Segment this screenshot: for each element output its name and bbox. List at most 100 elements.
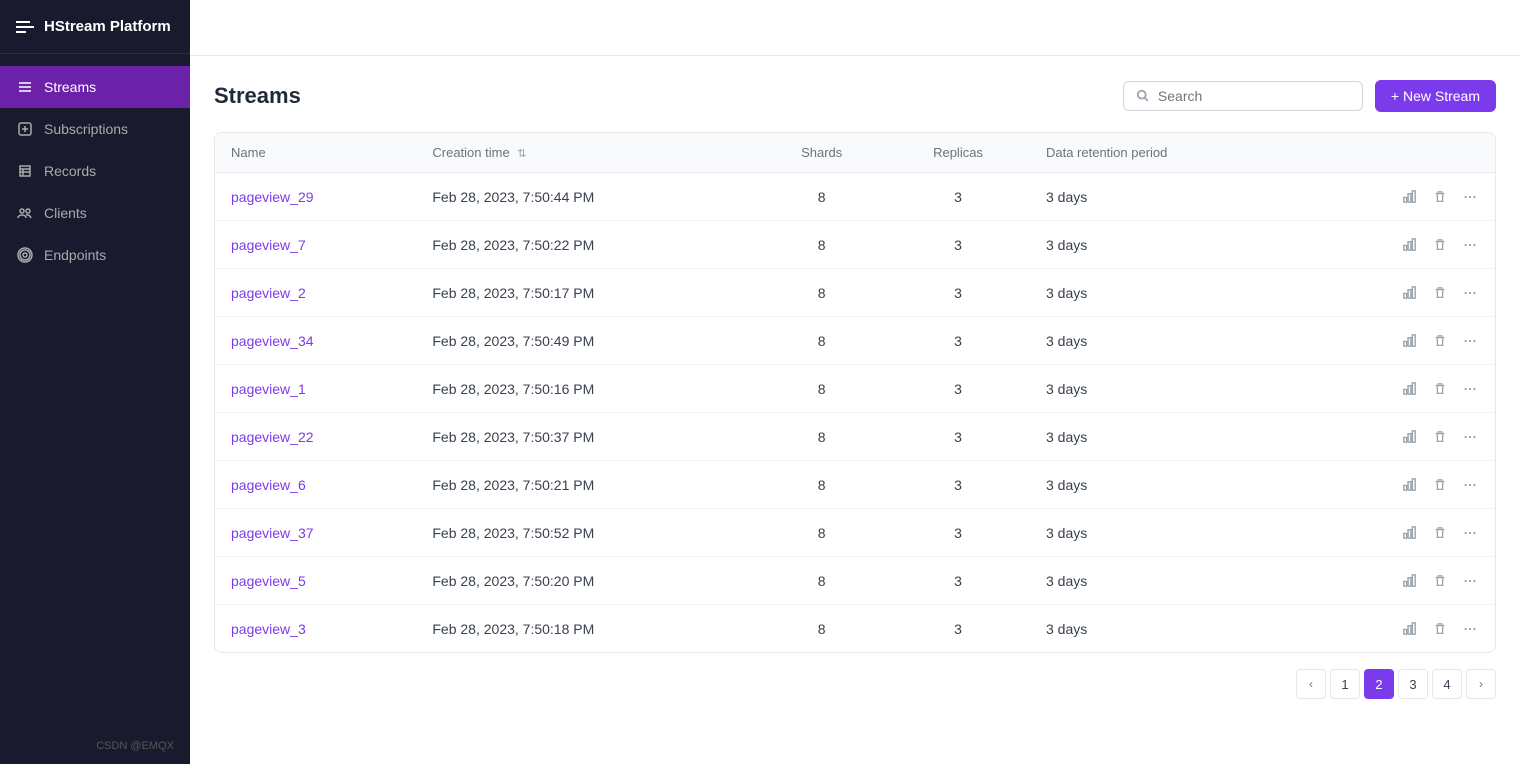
cell-creation-time: Feb 28, 2023, 7:50:52 PM [416,509,757,557]
cell-replicas: 3 [886,269,1030,317]
stream-more-button[interactable] [1461,188,1479,206]
stream-delete-button[interactable] [1431,572,1449,590]
stream-link[interactable]: pageview_5 [231,573,306,589]
new-stream-button[interactable]: + New Stream [1375,80,1496,112]
col-name: Name [215,133,416,173]
stream-delete-button[interactable] [1431,284,1449,302]
stream-delete-button[interactable] [1431,380,1449,398]
cell-name: pageview_22 [215,413,416,461]
stream-more-button[interactable] [1461,236,1479,254]
stream-link[interactable]: pageview_29 [231,189,314,205]
cell-replicas: 3 [886,461,1030,509]
stream-more-button[interactable] [1461,476,1479,494]
cell-retention: 3 days [1030,557,1300,605]
cell-replicas: 3 [886,509,1030,557]
cell-retention: 3 days [1030,317,1300,365]
stream-stats-button[interactable] [1400,331,1419,350]
sidebar-item-endpoints[interactable]: Endpoints [0,234,190,276]
pagination: ‹ 1 2 3 4 › [214,653,1496,703]
cell-creation-time: Feb 28, 2023, 7:50:17 PM [416,269,757,317]
pagination-next[interactable]: › [1466,669,1496,699]
cell-actions [1300,509,1495,557]
stream-delete-button[interactable] [1431,428,1449,446]
stream-link[interactable]: pageview_3 [231,621,306,637]
pagination-page-4[interactable]: 4 [1432,669,1462,699]
stream-more-button[interactable] [1461,380,1479,398]
endpoints-icon [16,246,34,264]
stream-more-button[interactable] [1461,620,1479,638]
col-shards: Shards [757,133,886,173]
stream-stats-button[interactable] [1400,619,1419,638]
stream-stats-button[interactable] [1400,523,1419,542]
search-box[interactable] [1123,81,1363,111]
stream-stats-button[interactable] [1400,475,1419,494]
main-content: Streams + New Stream Name [190,0,1520,764]
sidebar-item-subscriptions[interactable]: Subscriptions [0,108,190,150]
stream-delete-button[interactable] [1431,332,1449,350]
stream-delete-button[interactable] [1431,620,1449,638]
streams-table-container: Name Creation time ⇅ Shards Replicas Dat… [214,132,1496,653]
stream-link[interactable]: pageview_1 [231,381,306,397]
stream-delete-button[interactable] [1431,476,1449,494]
cell-name: pageview_5 [215,557,416,605]
pagination-page-2[interactable]: 2 [1364,669,1394,699]
col-creation-time[interactable]: Creation time ⇅ [416,133,757,173]
cell-actions [1300,221,1495,269]
table-row: pageview_29 Feb 28, 2023, 7:50:44 PM 8 3… [215,173,1495,221]
cell-creation-time: Feb 28, 2023, 7:50:49 PM [416,317,757,365]
table-row: pageview_37 Feb 28, 2023, 7:50:52 PM 8 3… [215,509,1495,557]
stream-more-button[interactable] [1461,332,1479,350]
stream-delete-button[interactable] [1431,188,1449,206]
cell-actions [1300,173,1495,221]
sidebar-item-streams[interactable]: Streams [0,66,190,108]
pagination-prev[interactable]: ‹ [1296,669,1326,699]
pagination-page-3[interactable]: 3 [1398,669,1428,699]
cell-retention: 3 days [1030,509,1300,557]
search-input[interactable] [1158,88,1350,104]
stream-stats-button[interactable] [1400,283,1419,302]
cell-retention: 3 days [1030,221,1300,269]
sidebar-subscriptions-label: Subscriptions [44,121,128,137]
cell-replicas: 3 [886,173,1030,221]
stream-more-button[interactable] [1461,284,1479,302]
sidebar-records-label: Records [44,163,96,179]
table-row: pageview_3 Feb 28, 2023, 7:50:18 PM 8 3 … [215,605,1495,653]
sidebar-item-records[interactable]: Records [0,150,190,192]
cell-name: pageview_3 [215,605,416,653]
table-row: pageview_5 Feb 28, 2023, 7:50:20 PM 8 3 … [215,557,1495,605]
stream-link[interactable]: pageview_2 [231,285,306,301]
stream-link[interactable]: pageview_6 [231,477,306,493]
stream-more-button[interactable] [1461,572,1479,590]
stream-stats-button[interactable] [1400,187,1419,206]
page-title: Streams [214,83,301,109]
cell-actions [1300,317,1495,365]
cell-retention: 3 days [1030,365,1300,413]
stream-stats-button[interactable] [1400,235,1419,254]
stream-link[interactable]: pageview_34 [231,333,314,349]
cell-replicas: 3 [886,557,1030,605]
table-header-row: Name Creation time ⇅ Shards Replicas Dat… [215,133,1495,173]
stream-stats-button[interactable] [1400,427,1419,446]
table-row: pageview_1 Feb 28, 2023, 7:50:16 PM 8 3 … [215,365,1495,413]
stream-more-button[interactable] [1461,428,1479,446]
pagination-page-1[interactable]: 1 [1330,669,1360,699]
table-row: pageview_22 Feb 28, 2023, 7:50:37 PM 8 3… [215,413,1495,461]
stream-more-button[interactable] [1461,524,1479,542]
stream-link[interactable]: pageview_37 [231,525,314,541]
stream-link[interactable]: pageview_22 [231,429,314,445]
cell-retention: 3 days [1030,461,1300,509]
cell-shards: 8 [757,173,886,221]
stream-link[interactable]: pageview_7 [231,237,306,253]
sidebar-item-clients[interactable]: Clients [0,192,190,234]
top-bar [190,0,1520,56]
cell-shards: 8 [757,461,886,509]
col-actions [1300,133,1495,173]
cell-replicas: 3 [886,317,1030,365]
stream-stats-button[interactable] [1400,379,1419,398]
stream-stats-button[interactable] [1400,571,1419,590]
page-header: Streams + New Stream [214,80,1496,112]
stream-delete-button[interactable] [1431,524,1449,542]
cell-replicas: 3 [886,221,1030,269]
stream-delete-button[interactable] [1431,236,1449,254]
cell-shards: 8 [757,269,886,317]
